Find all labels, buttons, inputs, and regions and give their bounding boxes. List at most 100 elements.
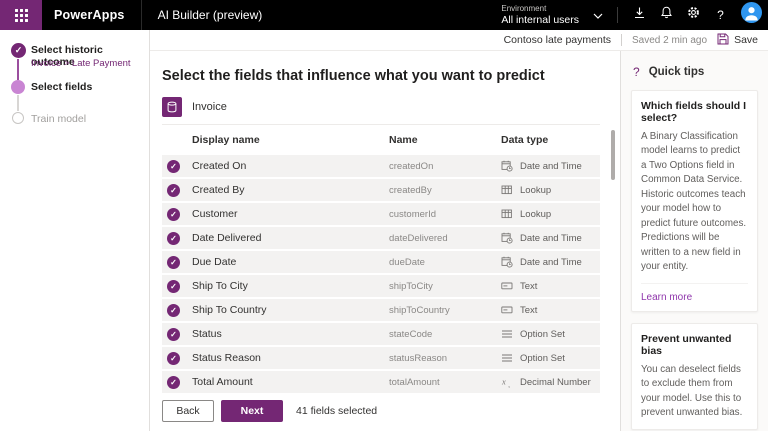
step-select-fields[interactable]: Select fields xyxy=(31,81,92,93)
field-data-type-label: Date and Time xyxy=(520,257,582,268)
calendar-clock-icon xyxy=(501,233,514,244)
column-data-type: Data type xyxy=(501,134,600,146)
field-name: createdOn xyxy=(389,161,501,172)
download-icon xyxy=(633,6,646,24)
field-name: createdBy xyxy=(389,185,501,196)
topbar-divider xyxy=(617,7,618,23)
field-name: dateDelivered xyxy=(389,233,501,244)
save-button[interactable]: Save xyxy=(717,33,758,48)
field-data-type-label: Text xyxy=(520,305,537,316)
step-train-model: Train model xyxy=(31,113,86,125)
svg-text:,: , xyxy=(508,380,510,388)
field-data-type-label: Text xyxy=(520,281,537,292)
stepper-connector xyxy=(17,95,19,111)
row-check-icon[interactable] xyxy=(167,304,180,317)
table-scrollbar-thumb[interactable] xyxy=(611,130,615,180)
field-display-name: Ship To City xyxy=(192,280,389,292)
svg-text:x: x xyxy=(501,377,506,387)
field-data-type-label: Option Set xyxy=(520,353,565,364)
table-row[interactable]: Date Delivered dateDelivered Date and Ti… xyxy=(162,227,600,249)
question-mark-icon: ? xyxy=(633,65,640,79)
tip-card-body: You can deselect fields to exclude them … xyxy=(641,363,748,421)
field-name: dueDate xyxy=(389,257,501,268)
field-name: customerId xyxy=(389,209,501,220)
table-row[interactable]: Ship To Country shipToCountry Text xyxy=(162,299,600,321)
table-row[interactable]: Status Reason statusReason Option Set xyxy=(162,347,600,369)
learn-more-link[interactable]: Learn more xyxy=(641,283,748,303)
step-breadcrumb[interactable]: Invoice > Late Payment xyxy=(31,58,131,69)
field-data-type-label: Date and Time xyxy=(520,161,582,172)
wizard-stepper: Select historic outcome Invoice > Late P… xyxy=(0,30,149,170)
field-table-body: Created On createdOn Date and Time Creat… xyxy=(162,155,600,393)
stepper-connector xyxy=(17,59,19,80)
quick-tips-panel: ? Quick tips Which fields should I selec… xyxy=(620,51,768,431)
tip-card-fields: Which fields should I select? A Binary C… xyxy=(631,90,758,312)
settings-button[interactable] xyxy=(680,0,707,30)
page-title: Select the fields that influence what yo… xyxy=(162,68,620,84)
field-display-name: Date Delivered xyxy=(192,232,389,244)
field-display-name: Total Amount xyxy=(192,376,389,388)
field-display-name: Customer xyxy=(192,208,389,220)
quick-tips-header: ? Quick tips xyxy=(633,65,758,79)
saved-status: Saved 2 min ago xyxy=(632,35,707,46)
tip-card-title: Prevent unwanted bias xyxy=(641,333,748,357)
row-check-icon[interactable] xyxy=(167,352,180,365)
row-check-icon[interactable] xyxy=(167,328,180,341)
field-name: totalAmount xyxy=(389,377,501,388)
top-app-bar: PowerApps AI Builder (preview) Environme… xyxy=(0,0,768,30)
row-check-icon[interactable] xyxy=(167,376,180,389)
table-row[interactable]: Created By createdBy Lookup xyxy=(162,179,600,201)
save-label: Save xyxy=(734,34,758,46)
next-button[interactable]: Next xyxy=(221,400,283,422)
table-row[interactable]: Status stateCode Option Set xyxy=(162,323,600,345)
table-row[interactable]: Due Date dueDate Date and Time xyxy=(162,251,600,273)
product-name[interactable]: PowerApps xyxy=(42,8,141,22)
row-check-icon[interactable] xyxy=(167,184,180,197)
field-display-name: Status Reason xyxy=(192,352,389,364)
app-launcher-button[interactable] xyxy=(0,0,42,30)
step-current-dot-icon xyxy=(11,80,25,94)
row-check-icon[interactable] xyxy=(167,256,180,269)
field-display-name: Created By xyxy=(192,184,389,196)
table-row[interactable]: Customer customerId Lookup xyxy=(162,203,600,225)
table-row[interactable]: Total Amount totalAmount x, Decimal Numb… xyxy=(162,371,600,393)
field-display-name: Status xyxy=(192,328,389,340)
field-name: stateCode xyxy=(389,329,501,340)
chevron-down-icon xyxy=(593,6,603,24)
tip-card-title: Which fields should I select? xyxy=(641,100,748,124)
table-row[interactable]: Created On createdOn Date and Time xyxy=(162,155,600,177)
command-bar: Contoso late payments Saved 2 min ago Sa… xyxy=(150,30,768,51)
notifications-button[interactable] xyxy=(653,0,680,30)
calendar-clock-icon xyxy=(501,257,514,268)
row-check-icon[interactable] xyxy=(167,280,180,293)
field-data-type-label: Lookup xyxy=(520,209,551,220)
waffle-icon xyxy=(14,8,29,23)
row-check-icon[interactable] xyxy=(167,232,180,245)
environment-selector[interactable]: Environment All internal users xyxy=(501,4,603,25)
field-name: shipToCity xyxy=(389,281,501,292)
wizard-sidebar: Select historic outcome Invoice > Late P… xyxy=(0,30,150,431)
text-field-icon xyxy=(501,305,514,316)
table-row[interactable]: Ship To City shipToCity Text xyxy=(162,275,600,297)
step-complete-check-icon xyxy=(11,43,26,58)
option-set-icon xyxy=(501,329,514,340)
wizard-footer: Back Next 41 fields selected xyxy=(162,400,620,422)
account-button[interactable] xyxy=(734,2,768,28)
download-button[interactable] xyxy=(626,0,653,30)
environment-label: Environment xyxy=(501,4,579,13)
column-display-name: Display name xyxy=(192,134,389,146)
field-name: shipToCountry xyxy=(389,305,501,316)
back-button[interactable]: Back xyxy=(162,400,214,422)
module-title: AI Builder (preview) xyxy=(141,0,279,30)
help-button[interactable]: ? xyxy=(707,0,734,30)
quick-tips-title: Quick tips xyxy=(649,66,705,78)
field-data-type-label: Option Set xyxy=(520,329,565,340)
decimal-number-icon: x, xyxy=(501,377,514,388)
field-display-name: Created On xyxy=(192,160,389,172)
row-check-icon[interactable] xyxy=(167,160,180,173)
command-bar-divider xyxy=(621,34,622,46)
field-table: Display name Name Data type Created On c… xyxy=(162,124,600,393)
tip-card-bias: Prevent unwanted bias You can deselect f… xyxy=(631,323,758,430)
row-check-icon[interactable] xyxy=(167,208,180,221)
model-name: Contoso late payments xyxy=(504,34,611,46)
